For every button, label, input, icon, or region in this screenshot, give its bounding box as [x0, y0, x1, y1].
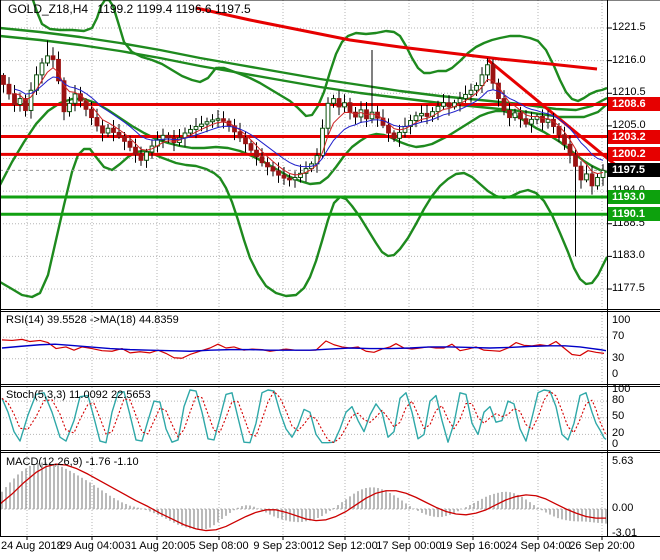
- resistance-badge: 1208.6: [608, 97, 660, 111]
- ohlc-readout: 1199.2 1199.4 1196.6 1197.5: [97, 2, 251, 16]
- stoch-tick: 50: [612, 410, 625, 422]
- rsi-tick: 70: [612, 330, 625, 342]
- y-tick: 1221.5: [612, 21, 646, 33]
- stoch-tick: 0: [612, 438, 619, 450]
- trading-chart-window: { "window": { "symbol": "GOLD_Z18,H4", "…: [0, 0, 660, 560]
- rsi-tick: 30: [612, 352, 625, 364]
- symbol-label: GOLD_Z18,H4: [8, 2, 89, 16]
- macd-tick: -3.01: [612, 527, 638, 539]
- macd-tick: 0.00: [612, 502, 634, 514]
- resistance-badge: 1203.2: [608, 130, 660, 144]
- stoch-indicator-label: Stoch(5,3,3) 11.0092 22.5653: [6, 389, 151, 401]
- resistance-badge: 1200.2: [608, 147, 660, 161]
- stoch-tick: 80: [612, 394, 625, 406]
- macd-indicator-label: MACD(12,26,9) -1.76 -1.10: [6, 456, 139, 468]
- y-tick: 1183.0: [612, 249, 645, 261]
- chart-canvas[interactable]: [0, 0, 660, 560]
- rsi-tick: 0: [612, 368, 619, 380]
- macd-tick: 5.63: [612, 455, 634, 467]
- chart-title: GOLD_Z18,H4 1199.2 1199.4 1196.6 1197.5: [8, 3, 251, 16]
- y-tick: 1177.5: [612, 282, 645, 294]
- y-tick: 1216.0: [612, 54, 646, 66]
- support-badge: 1190.1: [608, 207, 660, 221]
- support-badge: 1193.0: [608, 190, 660, 204]
- rsi-indicator-label: RSI(14) 39.5528 ->MA(18) 44.8359: [6, 314, 179, 326]
- rsi-tick: 100: [612, 314, 631, 326]
- last-price-badge: 1197.5: [608, 163, 660, 177]
- x-axis-label: 26 Sep 20:00: [569, 540, 635, 552]
